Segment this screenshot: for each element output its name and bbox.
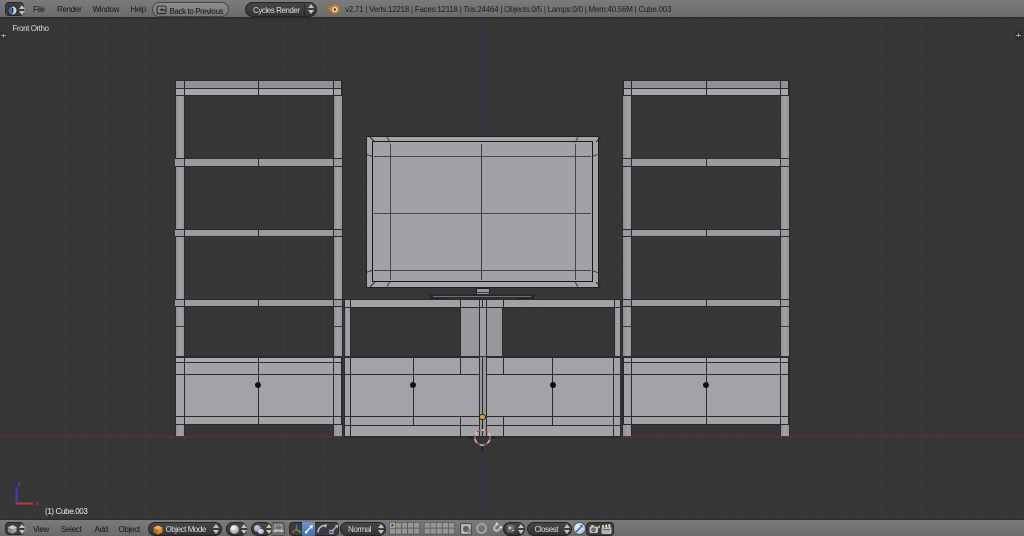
svg-text:(1) Cube.003: (1) Cube.003 (45, 507, 88, 516)
svg-text:z: z (18, 479, 22, 488)
svg-text:Front Ortho: Front Ortho (13, 24, 50, 33)
svg-text:x: x (35, 499, 39, 508)
